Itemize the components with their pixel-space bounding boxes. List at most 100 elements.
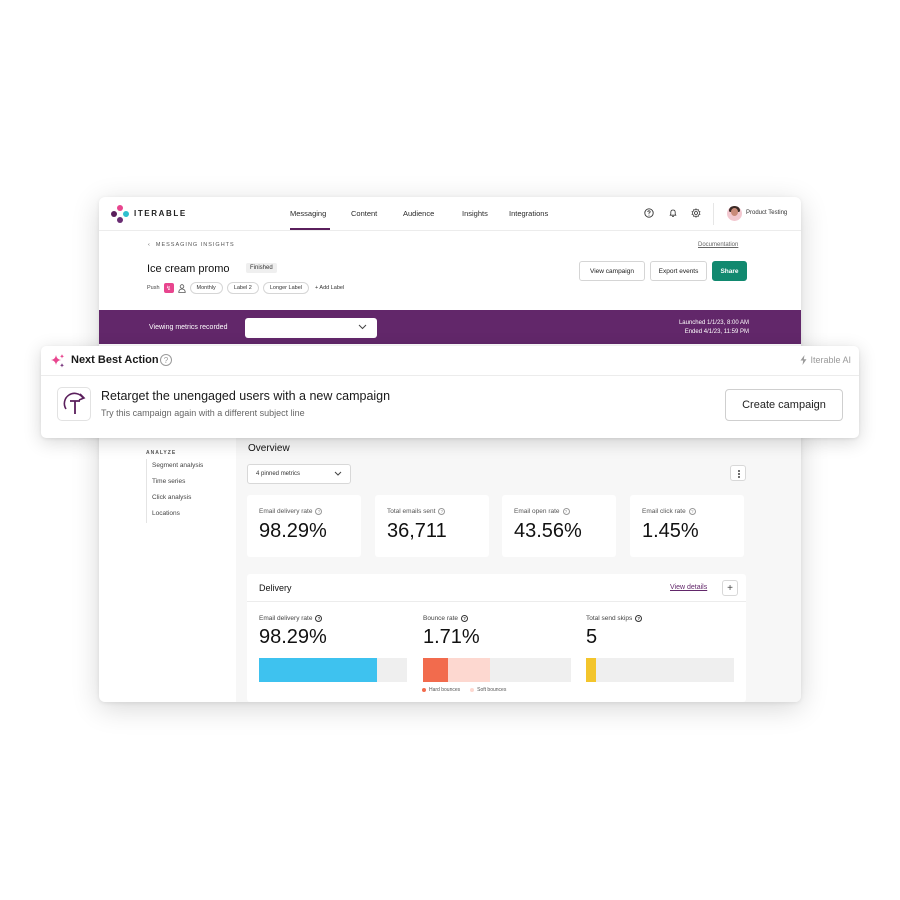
delivery-metric-label: Email delivery rate? bbox=[259, 615, 323, 622]
brand-name: ITERABLE bbox=[134, 209, 187, 218]
label-pill[interactable]: Monthly bbox=[189, 282, 223, 294]
view-details-link[interactable]: View details bbox=[670, 584, 707, 591]
gear-icon[interactable] bbox=[691, 208, 701, 218]
sidebar-heading: ANALYZE bbox=[146, 450, 177, 456]
delivery-divider bbox=[247, 601, 746, 602]
campaign-dates: Launched 1/1/23, 8:00 AM Ended 4/1/23, 1… bbox=[679, 319, 749, 337]
share-button[interactable]: Share bbox=[712, 261, 747, 281]
sidebar-item-segment-analysis[interactable]: Segment analysis bbox=[152, 462, 203, 469]
send-skips-bar bbox=[586, 658, 734, 682]
delivery-metric-value: 5 bbox=[586, 626, 598, 648]
help-icon[interactable]: ? bbox=[635, 615, 643, 622]
kpi-card: Email click rate? 1.45% bbox=[630, 495, 744, 557]
add-label-button[interactable]: + Add Label bbox=[315, 285, 344, 291]
legend-hard-label: Hard bounces bbox=[429, 687, 461, 693]
overview-title: Overview bbox=[248, 443, 290, 454]
delivery-rate-fill bbox=[259, 658, 378, 682]
sidebar-divider bbox=[146, 459, 147, 523]
kpi-card: Email open rate? 43.56% bbox=[502, 495, 616, 557]
kpi-card: Email delivery rate? 98.29% bbox=[247, 495, 361, 557]
top-nav: ITERABLE Messaging Content Audience Insi… bbox=[99, 197, 801, 231]
kpi-label-text: Email open rate bbox=[514, 508, 560, 515]
launched-date: Launched 1/1/23, 8:00 AM bbox=[678, 320, 749, 326]
bell-icon[interactable] bbox=[668, 208, 678, 218]
sidebar-item-click-analysis[interactable]: Click analysis bbox=[152, 494, 191, 501]
iterable-ai-label: Iterable AI bbox=[810, 355, 851, 365]
delivery-metric-value: 1.71% bbox=[423, 626, 480, 648]
legend-hard-bounces: Hard bounces bbox=[422, 687, 460, 693]
label-pill[interactable]: Longer Label bbox=[262, 282, 309, 294]
user-avatar[interactable] bbox=[727, 206, 742, 221]
nav-tab-messaging[interactable]: Messaging bbox=[290, 209, 326, 218]
help-icon[interactable]: ? bbox=[315, 615, 323, 622]
nav-tab-content[interactable]: Content bbox=[351, 209, 377, 218]
sidebar-item-locations[interactable]: Locations bbox=[152, 510, 180, 517]
delivery-metric-label-text: Email delivery rate bbox=[259, 615, 313, 622]
page-title: Ice cream promo bbox=[147, 263, 230, 275]
app-window: ITERABLE Messaging Content Audience Insi… bbox=[99, 197, 801, 702]
documentation-link[interactable]: Documentation bbox=[698, 242, 738, 248]
bounce-rate-bar bbox=[423, 658, 571, 682]
bounce-legend: Hard bounces Soft bounces bbox=[422, 687, 506, 693]
kpi-value: 1.45% bbox=[642, 520, 699, 542]
help-icon[interactable] bbox=[644, 208, 654, 218]
nav-tab-audience[interactable]: Audience bbox=[403, 209, 434, 218]
next-best-action-card: Next Best Action ? Iterable AI Retarget … bbox=[41, 346, 859, 438]
push-channel-icon: ↯ bbox=[163, 283, 174, 293]
add-metric-button[interactable]: + bbox=[722, 580, 738, 596]
legend-soft-bounces: Soft bounces bbox=[470, 687, 506, 693]
send-skips-fill bbox=[586, 658, 597, 682]
status-badge: Finished bbox=[246, 263, 277, 273]
help-icon[interactable]: ? bbox=[461, 615, 469, 622]
user-name[interactable]: Product Testing bbox=[746, 210, 787, 216]
help-icon[interactable]: ? bbox=[438, 508, 446, 515]
kpi-label-text: Email delivery rate bbox=[259, 508, 313, 515]
view-campaign-button[interactable]: View campaign bbox=[579, 261, 645, 281]
help-icon[interactable]: ? bbox=[562, 508, 570, 515]
metrics-range-select[interactable] bbox=[245, 318, 377, 338]
next-best-action-headline: Retarget the unengaged users with a new … bbox=[101, 389, 391, 403]
label-pill[interactable]: Label 2 bbox=[226, 282, 259, 294]
lightning-icon bbox=[800, 355, 807, 365]
viewing-metrics-label: Viewing metrics recorded bbox=[149, 324, 228, 331]
nav-tab-insights[interactable]: Insights bbox=[462, 209, 488, 218]
chevron-down-icon bbox=[334, 471, 342, 476]
help-icon[interactable]: ? bbox=[688, 508, 696, 515]
iterable-logo[interactable] bbox=[111, 205, 129, 223]
delivery-metric-value: 98.29% bbox=[259, 626, 327, 648]
channel-label: Push bbox=[147, 285, 160, 291]
hard-bounce-fill bbox=[423, 658, 449, 682]
delivery-metric-label: Bounce rate? bbox=[423, 615, 469, 622]
breadcrumb[interactable]: ‹ MESSAGING INSIGHTS bbox=[148, 242, 235, 248]
delivery-title: Delivery bbox=[259, 583, 292, 593]
nav-tab-integrations[interactable]: Integrations bbox=[509, 209, 548, 218]
create-campaign-button[interactable]: Create campaign bbox=[725, 389, 843, 421]
kpi-label: Email open rate? bbox=[514, 508, 570, 515]
toolbar-divider bbox=[713, 203, 714, 225]
kpi-value: 98.29% bbox=[259, 520, 327, 542]
label-row: Push ↯ Monthly Label 2 Longer Label + Ad… bbox=[147, 282, 344, 294]
next-best-action-header: Next Best Action ? Iterable AI bbox=[41, 346, 859, 376]
person-icon bbox=[177, 283, 186, 293]
kpi-card: Total emails sent? 36,711 bbox=[375, 495, 489, 557]
legend-soft-label: Soft bounces bbox=[477, 687, 507, 693]
pinned-metrics-select[interactable]: 4 pinned metrics bbox=[247, 464, 351, 484]
sidebar-item-time-series[interactable]: Time series bbox=[152, 478, 185, 485]
delivery-rate-bar bbox=[259, 658, 407, 682]
delivery-card: Delivery View details + Email delivery r… bbox=[247, 574, 746, 702]
export-events-button[interactable]: Export events bbox=[650, 261, 707, 281]
help-icon[interactable]: ? bbox=[160, 354, 172, 366]
delivery-metric-label: Total send skips? bbox=[586, 615, 643, 622]
metrics-range-bar: Viewing metrics recorded Launched 1/1/23… bbox=[99, 310, 801, 344]
breadcrumb-label: MESSAGING INSIGHTS bbox=[155, 242, 235, 248]
delivery-metric-label-text: Bounce rate bbox=[423, 615, 459, 622]
kpi-label: Email click rate? bbox=[642, 508, 696, 515]
chevron-down-icon bbox=[358, 324, 367, 330]
more-options-button[interactable] bbox=[730, 465, 746, 481]
kpi-label: Email delivery rate? bbox=[259, 508, 323, 515]
delivery-metric-label-text: Total send skips bbox=[586, 615, 633, 622]
retarget-icon bbox=[57, 387, 91, 421]
active-tab-indicator bbox=[290, 228, 330, 230]
help-icon[interactable]: ? bbox=[315, 508, 323, 515]
kpi-value: 36,711 bbox=[387, 520, 447, 542]
